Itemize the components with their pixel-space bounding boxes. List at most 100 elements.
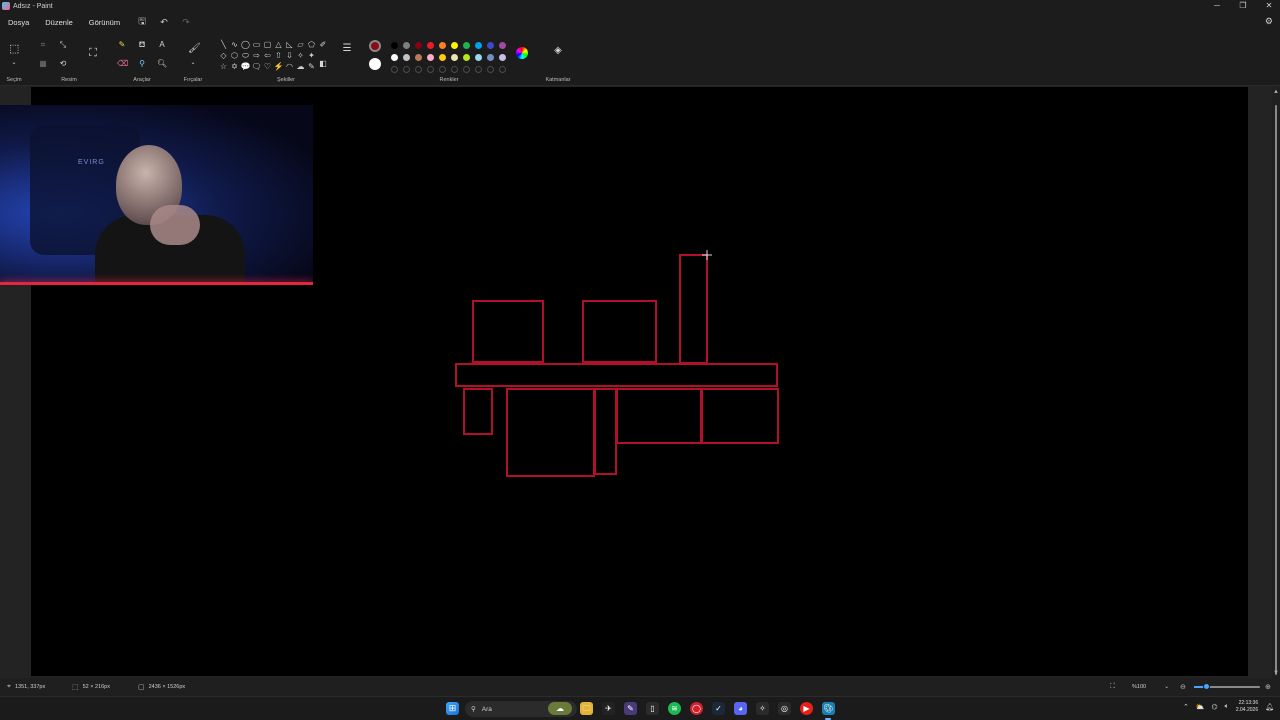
paint-taskbar-icon[interactable]: 🎨︎: [822, 702, 835, 715]
system-tray: ⌃ ⛅ ⌬ 🔈︎ 22:13:36 2.04.2026 🔔︎: [1183, 700, 1274, 714]
steam-icon[interactable]: ✓: [712, 702, 725, 715]
magnifier-icon[interactable]: 🔍︎: [157, 59, 167, 69]
outline-icon[interactable]: ✐: [318, 40, 328, 50]
scroll-up-icon[interactable]: ▲: [1273, 89, 1279, 95]
shape-option-icon[interactable]: ⬭: [240, 50, 251, 61]
scroll-thumb[interactable]: [1275, 105, 1277, 675]
shape-option-icon[interactable]: ♡: [262, 61, 273, 72]
opera-icon[interactable]: ◯: [690, 702, 703, 715]
image-creator-icon[interactable]: ⛶: [88, 48, 98, 59]
menu-file[interactable]: Dosya: [3, 15, 34, 30]
obs-icon[interactable]: ◎: [778, 702, 791, 715]
spotify-icon[interactable]: ≋: [668, 702, 681, 715]
shape-option-icon[interactable]: ⇨: [251, 50, 262, 61]
onedrive-icon[interactable]: ⛅: [1196, 703, 1205, 711]
vertical-scrollbar[interactable]: ▲ ▼: [1272, 87, 1280, 678]
tray-chevron-icon[interactable]: ⌃: [1183, 703, 1189, 711]
shape-option-icon[interactable]: ⇧: [273, 50, 284, 61]
zoom-select[interactable]: %100 ⌄: [1132, 683, 1169, 691]
window-controls: ─ ❐ ✕: [1212, 0, 1274, 11]
brush-icon[interactable]: 🖌︎: [188, 44, 201, 54]
volume-icon[interactable]: 🔈︎: [1225, 703, 1229, 711]
menu-edit[interactable]: Düzenle: [40, 15, 78, 30]
shape-option-icon[interactable]: ∿: [229, 39, 240, 50]
zoom-out-icon[interactable]: ⊖: [1180, 683, 1186, 691]
brush-dropdown-icon[interactable]: ⌄: [188, 58, 198, 68]
close-icon[interactable]: ✕: [1264, 0, 1274, 11]
taskbar-clock[interactable]: 22:13:36 2.04.2026: [1236, 700, 1258, 714]
widget-icon[interactable]: ☁: [548, 702, 572, 715]
primary-color[interactable]: [369, 40, 381, 52]
shape-option-icon[interactable]: ⚡: [273, 61, 284, 72]
shape-option-icon[interactable]: △: [273, 39, 284, 50]
shape-option-icon[interactable]: ◺: [284, 39, 295, 50]
paint-window: Adsız - Paint ─ ❐ ✕ Dosya Düzenle Görünü…: [0, 0, 1280, 720]
crop-icon[interactable]: ⌗: [38, 40, 48, 50]
telegram-icon[interactable]: ✈: [602, 702, 615, 715]
shape-option-icon[interactable]: ☆: [218, 61, 229, 72]
phone-link-icon[interactable]: ▯: [646, 702, 659, 715]
game-launcher-icon[interactable]: ✧: [756, 702, 769, 715]
clock-time: 22:13:36: [1238, 700, 1259, 706]
shape-option-icon[interactable]: ▢: [262, 39, 273, 50]
zoom-in-icon[interactable]: ⊕: [1265, 683, 1271, 691]
group-tools: ✎ ⛾ A ⌫ ⚲ 🔍︎ Araçlar: [112, 32, 172, 86]
windows-start-icon[interactable]: ⊞: [446, 702, 459, 715]
discord-icon[interactable]: ◕: [734, 702, 747, 715]
shape-option-icon[interactable]: 💬: [240, 61, 251, 72]
minimize-icon[interactable]: ─: [1212, 0, 1222, 11]
secondary-color[interactable]: [369, 58, 381, 70]
settings-gear-icon[interactable]: ⚙: [1265, 16, 1273, 27]
shape-option-icon[interactable]: ☁: [295, 61, 306, 72]
shape-option-icon[interactable]: ⬠: [306, 39, 317, 50]
notes-app-icon[interactable]: ✎: [624, 702, 637, 715]
shape-option-icon[interactable]: ▭: [251, 39, 262, 50]
selection-dropdown-icon[interactable]: ⌄: [9, 58, 19, 68]
fill-bucket-icon[interactable]: ⛾: [137, 40, 147, 50]
shape-option-icon[interactable]: ◯: [240, 39, 251, 50]
shape-option-icon[interactable]: ✎: [306, 61, 317, 72]
shape-option-icon[interactable]: ⬡: [229, 50, 240, 61]
shape-option-icon[interactable]: 🗨: [251, 61, 262, 72]
size-icon[interactable]: ☰: [342, 44, 352, 54]
network-icon[interactable]: ⌬: [1212, 703, 1218, 711]
rotate-icon[interactable]: ⟲: [58, 59, 68, 69]
shape-option-icon[interactable]: ✧: [295, 50, 306, 61]
color-picker-icon[interactable]: ⚲: [137, 59, 147, 69]
shape-option-icon[interactable]: ✡: [229, 61, 240, 72]
menu-view[interactable]: Görünüm: [84, 15, 125, 30]
shape-option-icon[interactable]: ✦: [306, 50, 317, 61]
shape-option-icon[interactable]: ◇: [218, 50, 229, 61]
eraser-icon[interactable]: ⌫: [117, 59, 128, 69]
drawn-rect: [616, 388, 702, 444]
shape-option-icon[interactable]: ⇩: [284, 50, 295, 61]
maximize-icon[interactable]: ❐: [1238, 0, 1248, 11]
webcam-overlay: EVIRG: [0, 105, 313, 285]
zoom-slider-knob[interactable]: [1203, 683, 1210, 690]
pencil-icon[interactable]: ✎: [117, 40, 127, 50]
group-colors: Renkler: [384, 32, 514, 86]
save-icon[interactable]: 🖫: [136, 14, 148, 30]
image-tool-icon[interactable]: ▦: [38, 59, 48, 69]
fit-to-window-icon[interactable]: ⛶: [1110, 683, 1115, 691]
shape-option-icon[interactable]: ⇦: [262, 50, 273, 61]
file-explorer-icon[interactable]: 🗀: [580, 702, 593, 715]
group-selection: ⬚ ⌄ Seçim: [0, 32, 28, 86]
zoom-slider[interactable]: [1194, 683, 1260, 690]
media-player-icon[interactable]: ▶: [800, 702, 813, 715]
group-label-image: Resim: [61, 77, 77, 83]
edit-colors-icon[interactable]: [516, 47, 528, 59]
resize-icon[interactable]: ⤡: [58, 40, 68, 50]
shape-option-icon[interactable]: ◠: [284, 61, 295, 72]
redo-icon[interactable]: ↷: [180, 17, 192, 28]
selection-rect-icon[interactable]: ⬚: [9, 44, 19, 55]
scroll-down-icon[interactable]: ▼: [1273, 670, 1279, 676]
shape-option-icon[interactable]: ▱: [295, 39, 306, 50]
shape-fill-icon[interactable]: ◧: [318, 59, 328, 69]
layers-icon[interactable]: ◈: [553, 46, 563, 56]
notification-bell-icon[interactable]: 🔔︎: [1265, 703, 1274, 711]
undo-icon[interactable]: ↶: [158, 17, 170, 28]
zoom-dropdown-icon[interactable]: ⌄: [1164, 683, 1169, 690]
shape-option-icon[interactable]: ╲: [218, 39, 229, 50]
text-tool-icon[interactable]: A: [157, 40, 167, 50]
